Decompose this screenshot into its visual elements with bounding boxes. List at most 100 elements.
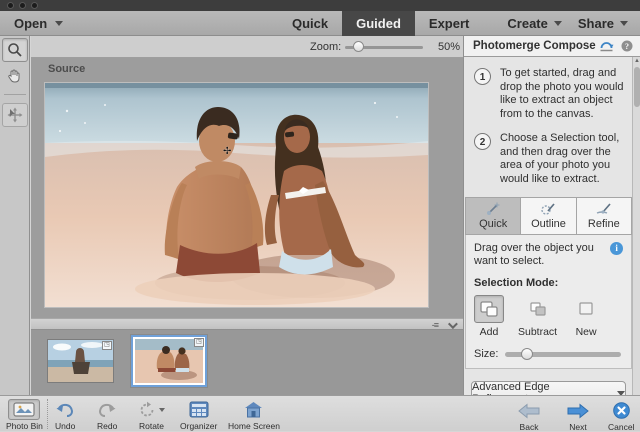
- step-1-number: 1: [474, 68, 491, 85]
- photo-bin-divider: -≡: [31, 318, 463, 330]
- photo-bin-icon: [13, 402, 35, 417]
- create-label: Create: [507, 16, 547, 31]
- chevron-down-icon: [554, 21, 562, 26]
- panel-scrollbar[interactable]: ▲: [632, 57, 640, 395]
- organizer-label: Organizer: [180, 421, 217, 431]
- next-button[interactable]: Next: [567, 400, 589, 432]
- step-1: 1 To get started, drag and drop the phot…: [470, 67, 627, 121]
- home-screen-label: Home Screen: [228, 421, 280, 431]
- step-2-text: Choose a Selection tool, and then drag o…: [500, 132, 627, 186]
- beach-couple-photo: [45, 83, 428, 307]
- zoom-slider-thumb[interactable]: [353, 41, 364, 52]
- editor-canvas[interactable]: Source: [31, 58, 463, 318]
- organizer-button[interactable]: Organizer: [180, 399, 217, 431]
- rotate-button[interactable]: Rotate: [138, 399, 165, 431]
- zoom-value: 50%: [438, 41, 460, 53]
- mode-add-label: Add: [480, 326, 499, 338]
- outline-selection-icon: [540, 202, 556, 216]
- mode-add-button[interactable]: Add: [474, 295, 504, 338]
- window-titlebar: [0, 0, 640, 11]
- scrollbar-thumb[interactable]: [634, 67, 640, 107]
- photo-bin-button[interactable]: Photo Bin: [6, 399, 43, 431]
- organizer-icon: [189, 401, 209, 418]
- selection-modes: Add Subtract: [474, 295, 623, 338]
- photo-bin-panel: ◳ ◳: [31, 330, 463, 395]
- selection-tool-tabs: Quick Outline Refine: [465, 197, 632, 235]
- undo-icon: [55, 401, 75, 418]
- brush-cursor-icon: ✢: [223, 146, 231, 157]
- drag-hint-text: Drag over the object you want to select.: [474, 242, 606, 268]
- add-mode-icon: [479, 300, 499, 318]
- home-screen-button[interactable]: Home Screen: [228, 399, 280, 431]
- undo-label: Undo: [55, 421, 75, 431]
- collapse-bin-chevron-icon[interactable]: [448, 319, 458, 329]
- rotate-label: Rotate: [139, 421, 164, 431]
- bin-options-menu-icon[interactable]: -≡: [432, 320, 438, 330]
- subtract-mode-icon: [528, 300, 548, 318]
- advanced-edge-refinement-label: Advanced Edge Refinement: [472, 381, 607, 395]
- open-button[interactable]: Open: [14, 11, 63, 36]
- maximize-window-icon[interactable]: [31, 2, 38, 9]
- tool-tab-quick[interactable]: Quick: [466, 198, 521, 234]
- tab-quick[interactable]: Quick: [278, 11, 342, 36]
- create-button[interactable]: Create: [507, 11, 561, 36]
- guided-steps: 1 To get started, drag and drop the phot…: [464, 57, 633, 186]
- source-photo[interactable]: [44, 82, 429, 308]
- tab-guided[interactable]: Guided: [342, 11, 415, 36]
- rotate-icon: [138, 401, 156, 419]
- mode-subtract-button[interactable]: Subtract: [518, 295, 557, 338]
- rotate-dropdown-icon[interactable]: [159, 408, 165, 412]
- tool-tab-quick-label: Quick: [479, 218, 507, 230]
- open-label: Open: [14, 16, 47, 31]
- panel-title: Photomerge Compose: [473, 40, 599, 52]
- tool-tab-refine[interactable]: Refine: [577, 198, 631, 234]
- step-2-number: 2: [474, 133, 491, 150]
- window-controls[interactable]: [7, 2, 38, 9]
- size-slider[interactable]: [505, 352, 621, 357]
- tools-sidebar: [0, 36, 30, 395]
- reset-panel-icon[interactable]: [599, 40, 614, 52]
- new-mode-icon: [576, 300, 596, 318]
- info-icon[interactable]: i: [610, 242, 623, 255]
- quick-selection-icon: [485, 202, 501, 216]
- move-icon: [7, 107, 23, 123]
- redo-icon: [97, 401, 117, 418]
- redo-label: Redo: [97, 421, 117, 431]
- source-label: Source: [48, 63, 85, 75]
- move-tool-button[interactable]: [2, 103, 28, 127]
- tool-tab-outline-label: Outline: [531, 218, 566, 230]
- redo-button[interactable]: Redo: [97, 399, 117, 431]
- step-2: 2 Choose a Selection tool, and then drag…: [470, 132, 627, 186]
- zoom-slider[interactable]: [345, 46, 423, 49]
- mode-new-label: New: [576, 326, 597, 338]
- magnifier-icon: [7, 42, 23, 58]
- panel-header: Photomerge Compose ?: [464, 36, 640, 57]
- chevron-down-icon: [55, 21, 63, 26]
- photo-bin-label: Photo Bin: [6, 421, 43, 431]
- help-icon[interactable]: ?: [621, 40, 633, 52]
- minimize-window-icon[interactable]: [19, 2, 26, 9]
- share-button[interactable]: Share: [578, 11, 628, 36]
- back-button[interactable]: Back: [518, 400, 540, 432]
- hand-tool-button[interactable]: [2, 64, 28, 88]
- photo-thumbnail-1[interactable]: ◳: [47, 339, 114, 383]
- cancel-button[interactable]: Cancel: [608, 400, 634, 432]
- zoom-label: Zoom:: [310, 41, 341, 53]
- tab-expert[interactable]: Expert: [415, 11, 483, 36]
- tool-tab-outline[interactable]: Outline: [521, 198, 576, 234]
- size-slider-thumb[interactable]: [521, 348, 533, 360]
- step-1-text: To get started, drag and drop the photo …: [500, 67, 627, 121]
- zoom-bar: Zoom: 50%: [31, 36, 463, 58]
- mode-subtract-label: Subtract: [518, 326, 557, 338]
- advanced-edge-refinement-button[interactable]: Advanced Edge Refinement: [471, 381, 626, 395]
- zoom-tool-button[interactable]: [2, 38, 28, 62]
- mode-new-button[interactable]: New: [571, 295, 601, 338]
- tool-tab-refine-label: Refine: [588, 218, 620, 230]
- scroll-up-icon[interactable]: ▲: [633, 57, 640, 66]
- undo-button[interactable]: Undo: [55, 399, 75, 431]
- next-arrow-icon: [567, 403, 589, 419]
- hand-icon: [7, 68, 22, 84]
- photo-thumbnail-2-selected[interactable]: ◳: [131, 335, 207, 387]
- close-window-icon[interactable]: [7, 2, 14, 9]
- photoshop-elements-window: { "menu_bar": { "open_label": "Open", "t…: [0, 0, 640, 431]
